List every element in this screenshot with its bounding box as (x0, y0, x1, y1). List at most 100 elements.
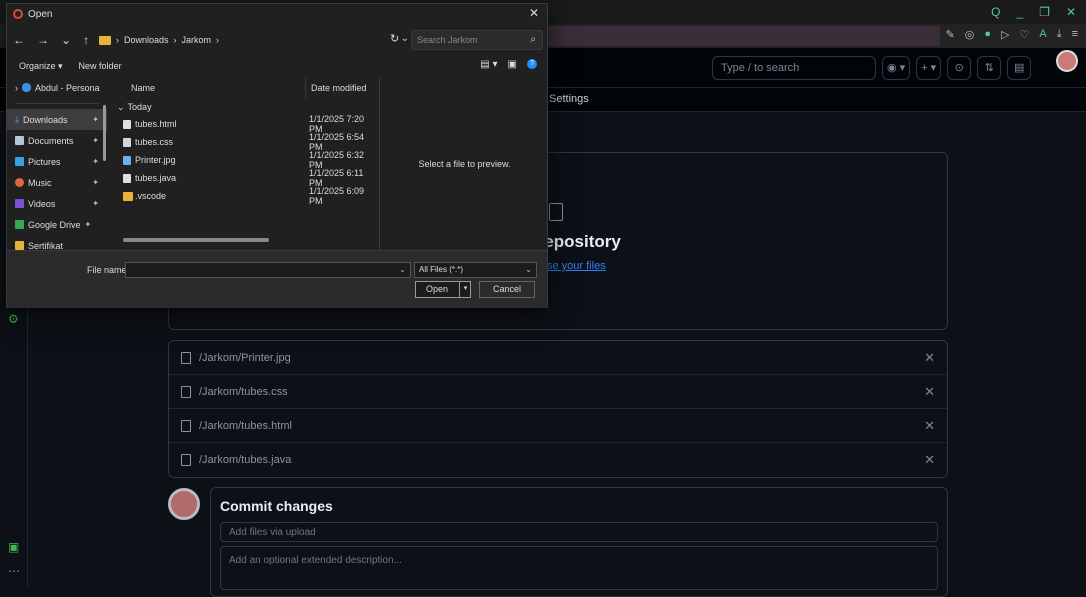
file-row[interactable]: Printer.jpg 1/1/2025 6:32 PM (111, 150, 379, 170)
help-icon[interactable]: ? (527, 59, 537, 69)
close-icon[interactable]: ✕ (529, 6, 539, 20)
breadcrumb-sep: › (216, 35, 220, 45)
file-row[interactable]: .vscode 1/1/2025 6:09 PM (111, 186, 379, 206)
breadcrumb-jarkom[interactable]: Jarkom (182, 35, 212, 45)
commit-description-input[interactable]: Add an optional extended description... (220, 546, 938, 590)
remove-file-icon[interactable]: ✕ (924, 452, 935, 468)
inbox-icon[interactable]: ▤ (1007, 56, 1032, 80)
issues-icon[interactable]: ⊙ (947, 56, 972, 80)
navigation-scrollbar[interactable] (103, 105, 106, 161)
play-icon[interactable]: ▷ (1001, 28, 1009, 41)
more-icon[interactable]: ⋯ (8, 564, 20, 578)
pin-icon[interactable]: ✦ (85, 220, 92, 229)
commit-avatar (168, 488, 200, 520)
css-file-icon (123, 137, 131, 147)
remove-file-icon[interactable]: ✕ (924, 418, 935, 434)
heart-icon[interactable]: ♡ (1019, 28, 1029, 41)
menu-icon[interactable]: ≡ (1072, 28, 1078, 41)
group-header[interactable]: ⌄ Today (111, 99, 379, 115)
document-icon (15, 136, 24, 145)
column-name[interactable]: Name (131, 83, 155, 93)
recent-locations-icon[interactable]: ⌄ (61, 33, 71, 47)
back-icon[interactable]: ← (13, 33, 25, 47)
breadcrumb-downloads[interactable]: Downloads (124, 35, 169, 45)
breadcrumb[interactable]: › Downloads › Jarkom › ⌄ (99, 30, 409, 50)
preview-pane-icon[interactable]: ▣ (508, 59, 517, 70)
file-name-label: File name: (87, 265, 130, 275)
sidebar-item-onedrive[interactable]: › Abdul - Persona (7, 77, 107, 98)
file-path: /Jarkom/Printer.jpg (199, 351, 291, 364)
pin-icon[interactable]: ✦ (92, 136, 99, 145)
restore-button[interactable]: ❐ (1039, 5, 1050, 19)
column-date-modified[interactable]: Date modified (311, 83, 367, 93)
sidebar-item-documents[interactable]: Documents ✦ (7, 130, 107, 151)
cloud-icon (22, 83, 31, 92)
pin-icon[interactable]: ✦ (92, 178, 99, 187)
image-icon[interactable]: ▣ (8, 540, 19, 554)
pin-icon[interactable]: ✦ (92, 199, 99, 208)
commit-summary-input[interactable]: Add files via upload (220, 522, 938, 542)
download-icon[interactable]: ⤓ (1057, 28, 1062, 41)
chevron-down-icon[interactable]: ⌄ (525, 265, 532, 274)
file-name-input[interactable]: ⌄ (125, 262, 411, 278)
new-folder-button[interactable]: New folder (79, 61, 122, 71)
search-icon[interactable]: ⌕ (530, 34, 536, 45)
up-icon[interactable]: ↑ (83, 33, 89, 47)
divider (15, 103, 99, 104)
file-path: /Jarkom/tubes.css (199, 385, 288, 398)
file-type-select[interactable]: All Files (*.*) ⌄ (414, 262, 537, 278)
sidebar-item-google-drive[interactable]: Google Drive ✦ (7, 214, 107, 235)
translate-icon[interactable]: A (1039, 28, 1046, 41)
pin-icon[interactable]: ✦ (92, 115, 99, 124)
file-icon (549, 203, 563, 221)
sidebar-item-sertifikat[interactable]: Sertifikat (7, 235, 107, 250)
file-row[interactable]: tubes.html 1/1/2025 7:20 PM (111, 114, 379, 134)
copilot-icon[interactable]: ◉ ▾ (882, 56, 911, 80)
remove-file-icon[interactable]: ✕ (924, 384, 935, 400)
refresh-icon[interactable]: ↻ (390, 32, 399, 45)
google-drive-icon (15, 220, 24, 229)
tab-settings[interactable]: Settings (549, 93, 589, 105)
forward-icon[interactable]: → (37, 33, 49, 47)
remove-file-icon[interactable]: ✕ (924, 350, 935, 366)
sidebar-item-pictures[interactable]: Pictures ✦ (7, 151, 107, 172)
sidebar-item-downloads[interactable]: ⤓ Downloads ✦ (7, 109, 107, 130)
column-divider[interactable] (305, 77, 306, 99)
column-headers: Name Date modified (111, 77, 379, 99)
chevron-down-icon[interactable]: ⌄ (399, 265, 406, 274)
minimize-button[interactable]: _ (1016, 5, 1023, 19)
edit-icon[interactable]: ✎ (946, 28, 955, 41)
file-row[interactable]: tubes.java 1/1/2025 6:11 PM (111, 168, 379, 188)
sidebar-item-music[interactable]: Music ✦ (7, 172, 107, 193)
chevron-down-icon[interactable]: ⌄ (117, 102, 125, 113)
horizontal-scrollbar[interactable] (123, 238, 269, 242)
view-options-icon[interactable]: ▤ ▾ (480, 59, 497, 70)
cancel-button[interactable]: Cancel (479, 281, 535, 298)
open-options-dropdown[interactable]: ▾ (459, 281, 471, 298)
dialog-titlebar: Open ✕ (7, 4, 547, 24)
pin-icon[interactable]: ✦ (92, 157, 99, 166)
choose-files-link[interactable]: se your files (547, 260, 606, 272)
file-icon (181, 454, 191, 466)
file-icon (181, 419, 191, 432)
create-new-icon[interactable]: + ▾ (916, 56, 942, 80)
close-button[interactable]: ✕ (1066, 5, 1076, 19)
search-icon[interactable]: Q (991, 5, 1000, 19)
camera-icon[interactable]: ◎ (965, 28, 975, 41)
sidebar-item-videos[interactable]: Videos ✦ (7, 193, 107, 214)
file-path: /Jarkom/tubes.java (199, 454, 292, 466)
shield-icon[interactable]: ● (984, 28, 991, 41)
folder-icon (123, 191, 133, 201)
pull-requests-icon[interactable]: ⇅ (977, 56, 1002, 80)
gear-icon[interactable]: ⚙ (8, 312, 19, 326)
file-icon (181, 351, 191, 364)
dialog-search-input[interactable]: Search Jarkom ⌕ (411, 30, 543, 50)
address-bar[interactable] (540, 26, 940, 46)
github-search-input[interactable]: Type / to search (712, 56, 876, 80)
dialog-command-bar: Organize ▾ New folder ▤ ▾ ▣ ? (7, 56, 547, 76)
organize-button[interactable]: Organize ▾ (19, 61, 63, 72)
chevron-down-icon[interactable]: ⌄ (401, 33, 409, 44)
file-row[interactable]: tubes.css 1/1/2025 6:54 PM (111, 132, 379, 152)
image-file-icon (123, 155, 131, 165)
user-avatar[interactable] (1056, 50, 1078, 72)
